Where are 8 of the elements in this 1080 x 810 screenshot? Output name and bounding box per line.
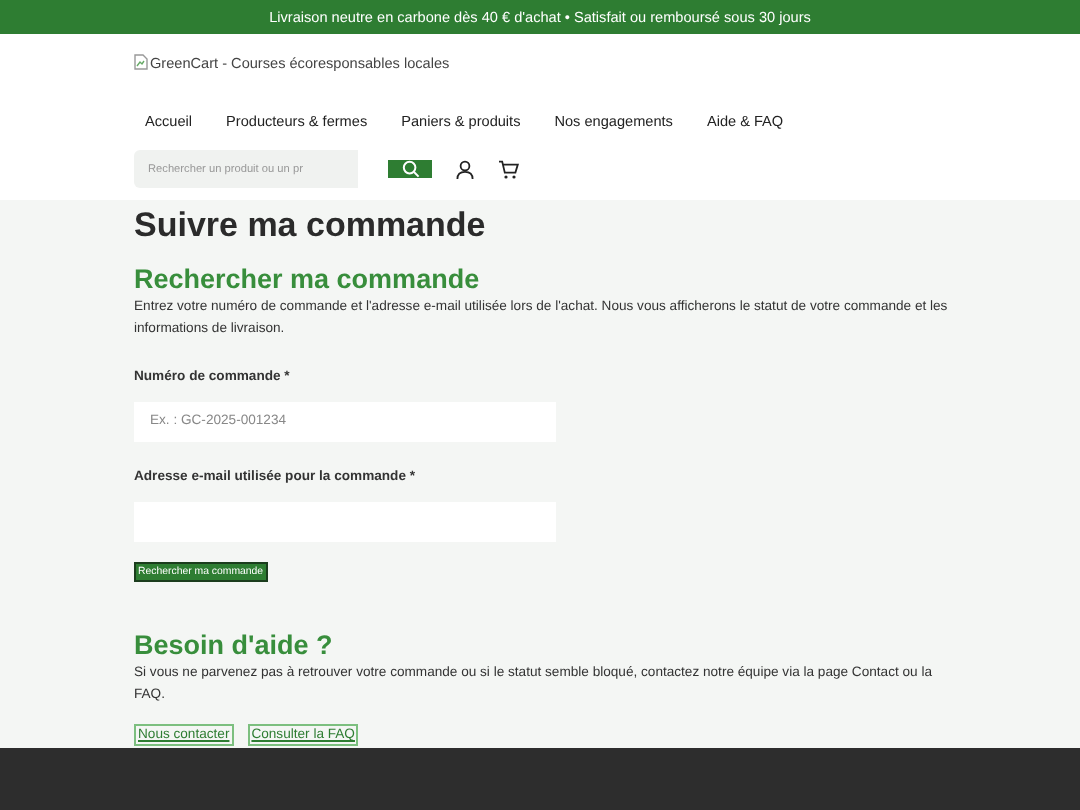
cart-icon[interactable]: [498, 159, 520, 179]
section-heading: Besoin d'aide ?: [134, 629, 335, 662]
search-button[interactable]: [388, 160, 432, 178]
section-heading: Rechercher ma commande: [134, 264, 482, 296]
user-icon[interactable]: [456, 159, 474, 179]
search-icon: [401, 160, 419, 178]
page-title: Suivre ma commande: [134, 204, 488, 248]
broken-image-icon: [134, 54, 148, 70]
